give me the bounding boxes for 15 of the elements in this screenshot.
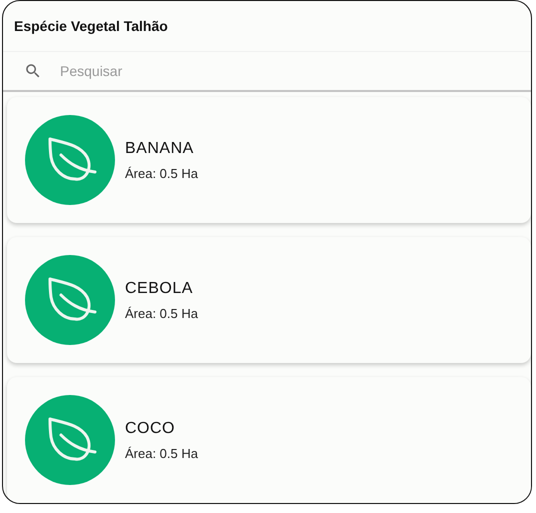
species-name: CEBOLA <box>125 280 194 298</box>
species-name: COCO <box>125 420 176 438</box>
list-card[interactable]: COCO Área: 0.5 Ha <box>7 377 531 503</box>
search-icon <box>24 62 42 80</box>
leaf-icon <box>25 255 115 345</box>
list-card[interactable]: CEBOLA Área: 0.5 Ha <box>7 237 531 363</box>
area-label: Área: 0.5 Ha <box>125 306 198 320</box>
area-label: Área: 0.5 Ha <box>125 446 198 460</box>
leaf-icon <box>25 395 115 485</box>
leaf-icon <box>25 115 115 205</box>
list-card[interactable]: BANANA Área: 0.5 Ha <box>7 97 531 223</box>
area-label: Área: 0.5 Ha <box>125 166 198 180</box>
species-name: BANANA <box>125 140 195 158</box>
search-field[interactable]: Pesquisar <box>58 62 243 80</box>
screen-title: Espécie Vegetal Talhão <box>14 18 168 34</box>
